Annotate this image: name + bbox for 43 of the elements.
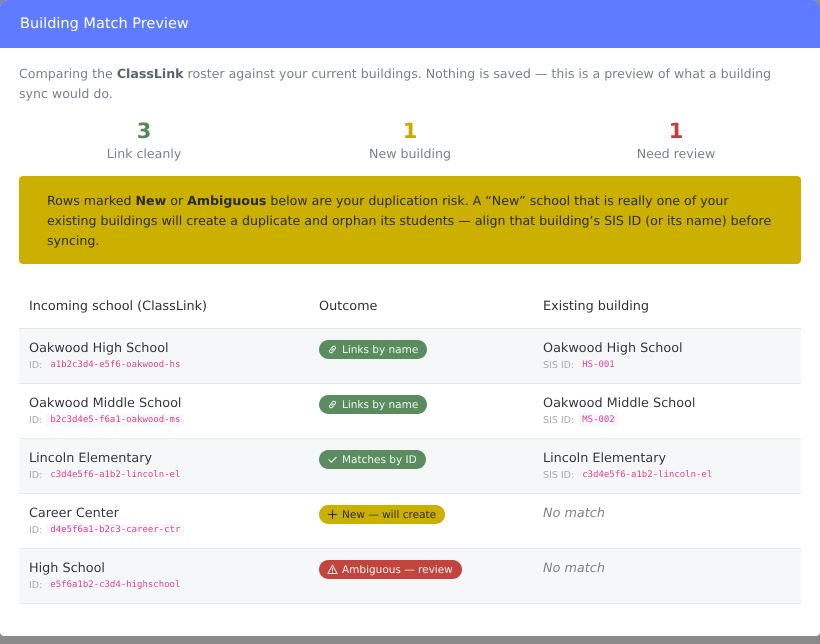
dialog-title: Building Match Preview [20,16,189,32]
building-name: Oakwood Middle School [543,395,696,413]
warning-icon [327,564,338,575]
outcome-text: Ambiguous — review [342,564,453,576]
outcome-text: Links by name [342,344,418,356]
school-name: Oakwood Middle School [29,395,182,413]
school-name: Career Center [29,505,119,523]
column-header: Outcome [318,298,378,316]
link-icon [327,399,338,410]
school-name: Lincoln Elementary [29,450,152,468]
school-name: Oakwood High School [29,340,169,358]
no-match-text: No match [543,505,605,523]
sis-id-label: SIS ID: [543,470,574,480]
summary-count: 1 [402,118,418,144]
id-label: ID: [29,524,42,536]
summary-count: 3 [136,118,152,144]
sis-id-code: MS-002 [578,414,619,426]
summary-count: 1 [668,118,684,144]
id-label: ID: [29,470,42,480]
summary-label: Link cleanly [106,145,182,163]
id-label: ID: [29,580,42,590]
sis-id-label: SIS ID: [543,360,574,370]
check-icon [327,454,338,465]
outcome-text: New — will create [342,508,436,520]
id-label: ID: [29,360,42,370]
school-name: High School [29,560,105,578]
intro-text: Comparing the ClassLink roster against your current buildings. Nothing is saved — this is a preview of what a building sync would do. [19,65,772,103]
summary-label: New building [369,145,451,163]
sis-id-label: SIS ID: [543,414,574,426]
id-label: ID: [29,414,42,426]
no-match-text: No match [543,560,605,578]
outcome-text: Links by name [342,398,418,410]
building-name: Lincoln Elementary [543,450,666,468]
column-header: Incoming school (ClassLink) [28,298,208,316]
column-header: Existing building [542,298,650,316]
id-code: d4e5f6a1-b2c3-career-ctr [46,524,184,536]
warning-text: Rows marked New or Ambiguous below are your duplication risk. A “New” school that is really one of your existing buildings will create a duplicate and orphan its students — align that building’s SIS ID (or its name) before syncing. [47,192,772,250]
summary-label: Need review [636,145,716,163]
outcome-text: Matches by ID [342,454,417,466]
building-name: Oakwood High School [543,340,683,358]
id-code: b2c3d4e5-f6a1-oakwood-ms [46,414,184,426]
link-icon [327,344,338,355]
plus-icon [327,509,338,520]
